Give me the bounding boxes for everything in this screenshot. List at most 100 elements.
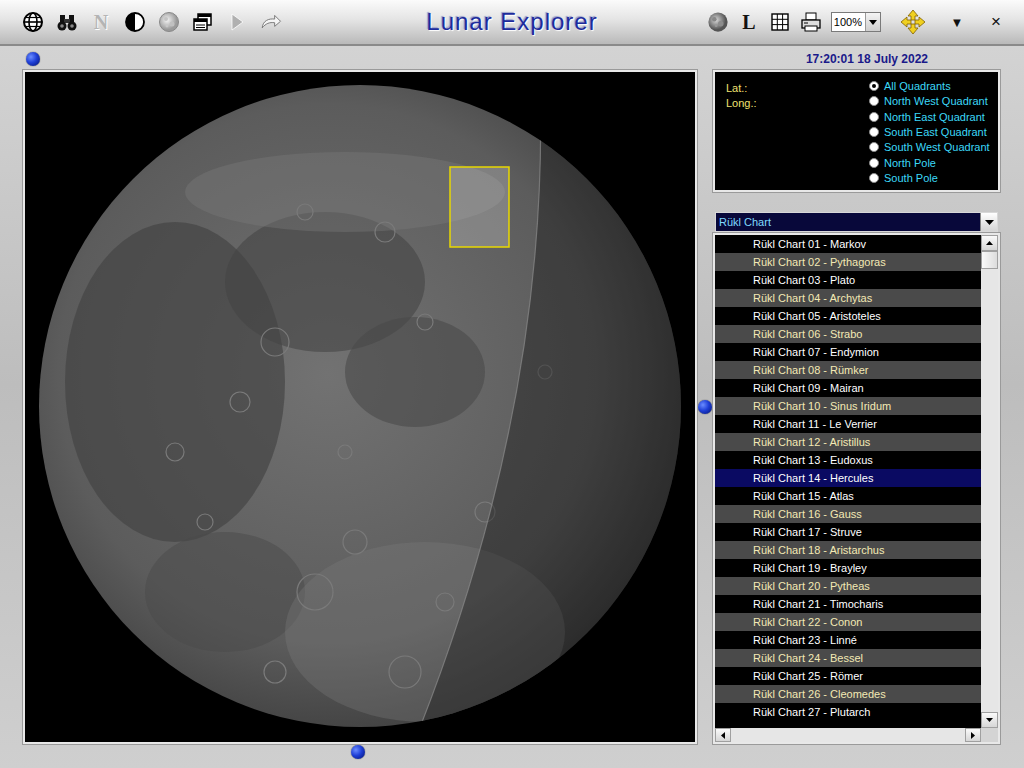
radio-button[interactable]	[869, 112, 879, 122]
quadrant-label[interactable]: South Pole	[884, 172, 938, 184]
north-button: N	[90, 11, 112, 33]
chart-row[interactable]: Rükl Chart 22 - Conon	[715, 613, 981, 631]
quadrant-label[interactable]: North Pole	[884, 157, 936, 169]
moon-view[interactable]	[25, 72, 695, 742]
scroll-thumb[interactable]	[981, 251, 998, 269]
scroll-down-button[interactable]	[981, 712, 998, 728]
chart-row[interactable]: Rükl Chart 12 - Aristillus	[715, 433, 981, 451]
toolbar-right: L 100% ▼ ×	[608, 9, 1024, 35]
chart-row[interactable]: Rükl Chart 05 - Aristoteles	[715, 307, 981, 325]
chart-row[interactable]: Rükl Chart 26 - Cleomedes	[715, 685, 981, 703]
handle-dot[interactable]	[26, 52, 40, 66]
quadrant-label[interactable]: All Quadrants	[884, 80, 951, 92]
chart-row[interactable]: Rükl Chart 13 - Eudoxus	[715, 451, 981, 469]
scroll-track[interactable]	[981, 269, 998, 712]
chart-row[interactable]: Rükl Chart 21 - Timocharis	[715, 595, 981, 613]
quadrant-label[interactable]: North East Quadrant	[884, 111, 985, 123]
chart-row[interactable]: Rükl Chart 24 - Bessel	[715, 649, 981, 667]
scroll-left-button[interactable]	[715, 728, 731, 742]
moon-settings-icon[interactable]	[158, 11, 180, 33]
toolbar: N Lunar Explorer L 100% ▼ ×	[0, 0, 1024, 46]
window-title: Lunar Explorer	[416, 6, 607, 38]
quadrant-radio[interactable]: North West Quadrant	[869, 93, 994, 108]
latitude-label: Lat.:	[726, 81, 757, 95]
zoom-dropdown-button[interactable]	[865, 13, 880, 31]
close-button[interactable]: ×	[988, 12, 1004, 32]
chart-row[interactable]: Rükl Chart 01 - Markov	[715, 235, 981, 253]
latitude-button[interactable]: L	[738, 11, 760, 33]
quadrant-options: All Quadrants North West Quadrant North Ea…	[869, 78, 994, 186]
chart-row[interactable]: Rükl Chart 14 - Hercules	[715, 469, 981, 487]
chart-row[interactable]: Rükl Chart 18 - Aristarchus	[715, 541, 981, 559]
grid-icon[interactable]	[769, 11, 791, 33]
scroll-up-button[interactable]	[981, 235, 998, 251]
radio-button[interactable]	[869, 96, 879, 106]
splitter-dot[interactable]	[698, 400, 712, 414]
quadrant-radio[interactable]: North Pole	[869, 155, 994, 170]
chart-row[interactable]: Rükl Chart 04 - Archytas	[715, 289, 981, 307]
quadrant-radio[interactable]: South Pole	[869, 171, 994, 186]
chart-type-value[interactable]: Rükl Chart	[716, 213, 980, 231]
chart-row[interactable]: Rükl Chart 17 - Struve	[715, 523, 981, 541]
chart-row[interactable]: Rükl Chart 25 - Römer	[715, 667, 981, 685]
chart-row[interactable]: Rükl Chart 11 - Le Verrier	[715, 415, 981, 433]
chart-row[interactable]: Rükl Chart 10 - Sinus Iridum	[715, 397, 981, 415]
radio-button[interactable]	[869, 81, 879, 91]
zoom-value[interactable]: 100%	[832, 13, 865, 31]
toolbar-left: N	[0, 11, 416, 33]
quadrant-radio[interactable]: All Quadrants	[869, 78, 994, 93]
bottom-bar	[0, 742, 1024, 768]
quadrant-radio[interactable]: North East Quadrant	[869, 109, 994, 124]
quadrant-label[interactable]: South East Quadrant	[884, 126, 987, 138]
chart-row[interactable]: Rükl Chart 08 - Rümker	[715, 361, 981, 379]
scroll-right-button[interactable]	[965, 728, 981, 742]
zoom-select[interactable]: 100%	[831, 12, 881, 32]
splitter	[695, 72, 715, 742]
radio-button[interactable]	[869, 127, 879, 137]
quadrant-radio[interactable]: South West Quadrant	[869, 140, 994, 155]
chart-type-select[interactable]: Rükl Chart	[715, 212, 998, 232]
printer-icon[interactable]	[800, 11, 822, 33]
vertical-scrollbar[interactable]	[981, 235, 998, 728]
chart-row[interactable]: Rükl Chart 15 - Atlas	[715, 487, 981, 505]
chart-row[interactable]: Rükl Chart 19 - Brayley	[715, 559, 981, 577]
redo-arrow-icon[interactable]	[260, 11, 282, 33]
menu-button[interactable]: ▼	[949, 15, 965, 30]
side-panel: Lat.:Long.: All Quadrants North West Quadr…	[715, 72, 998, 742]
radio-button[interactable]	[869, 142, 879, 152]
radio-dot	[872, 84, 876, 88]
chart-list-area: Rükl Chart 01 - MarkovRükl Chart 02 - Py…	[715, 235, 998, 728]
windows-icon[interactable]	[192, 11, 214, 33]
dropdown-button[interactable]	[980, 213, 997, 231]
info-panel: Lat.:Long.: All Quadrants North West Quadr…	[715, 72, 998, 190]
horizontal-scrollbar[interactable]	[715, 728, 998, 742]
chart-row[interactable]: Rükl Chart 27 - Plutarch	[715, 703, 981, 721]
moon-icon[interactable]	[707, 11, 729, 33]
main-area: Lat.:Long.: All Quadrants North West Quadr…	[0, 72, 1024, 742]
chart-row[interactable]: Rükl Chart 03 - Plato	[715, 271, 981, 289]
chart-row[interactable]: Rükl Chart 16 - Gauss	[715, 505, 981, 523]
binoculars-icon[interactable]	[56, 11, 78, 33]
scroll-track[interactable]	[731, 728, 965, 742]
chart-row[interactable]: Rükl Chart 06 - Strabo	[715, 325, 981, 343]
chart-row[interactable]: Rükl Chart 20 - Pytheas	[715, 577, 981, 595]
chart-row[interactable]: Rükl Chart 23 - Linné	[715, 631, 981, 649]
move-icon[interactable]	[900, 9, 926, 35]
quadrant-radio[interactable]: South East Quadrant	[869, 124, 994, 139]
chart-row[interactable]: Rükl Chart 02 - Pythagoras	[715, 253, 981, 271]
radio-button[interactable]	[869, 158, 879, 168]
longitude-label: Long.:	[726, 96, 757, 110]
timestamp: 17:20:01 18 July 2022	[806, 52, 928, 66]
globe-icon[interactable]	[22, 11, 44, 33]
coordinates: Lat.:Long.:	[726, 78, 757, 186]
quadrant-label[interactable]: North West Quadrant	[884, 95, 988, 107]
chart-row[interactable]: Rükl Chart 07 - Endymion	[715, 343, 981, 361]
chart-row[interactable]: Rükl Chart 09 - Mairan	[715, 379, 981, 397]
phase-icon[interactable]	[124, 11, 146, 33]
bottom-dot[interactable]	[351, 745, 365, 759]
chart-rows: Rükl Chart 01 - MarkovRükl Chart 02 - Py…	[715, 235, 981, 728]
play-icon	[226, 11, 248, 33]
quadrant-label[interactable]: South West Quadrant	[884, 141, 990, 153]
scroll-corner	[981, 728, 998, 742]
radio-button[interactable]	[869, 173, 879, 183]
